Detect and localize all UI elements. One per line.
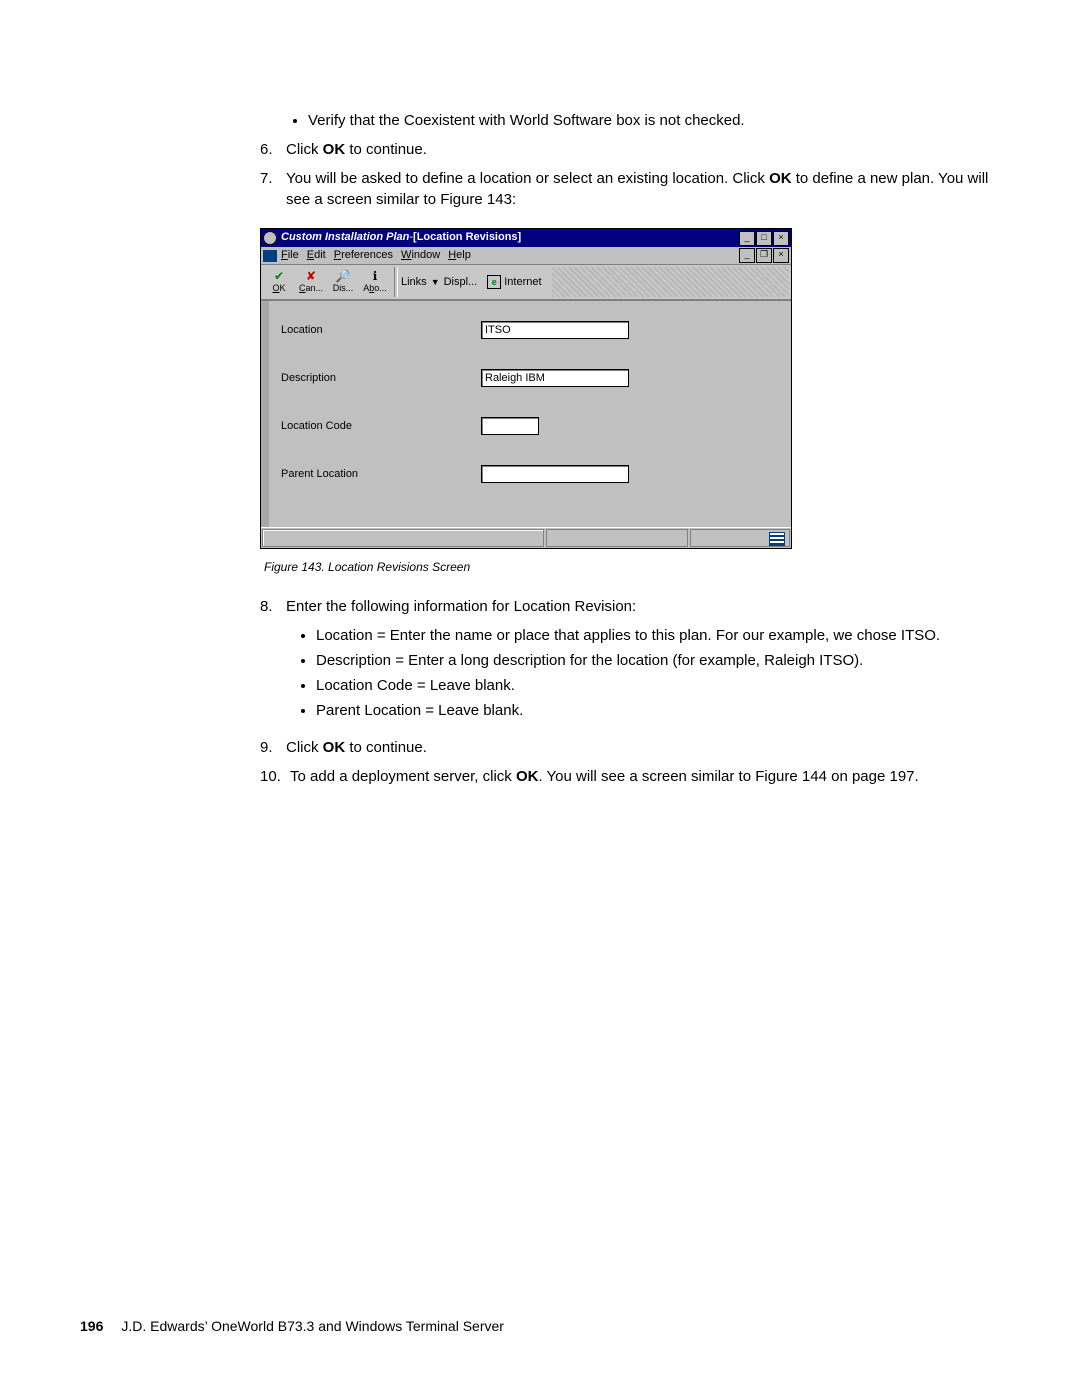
status-pane-1: [262, 529, 544, 547]
step8-bullet-1: Location = Enter the name or place that …: [316, 625, 990, 646]
displ-button[interactable]: Displ...: [444, 275, 478, 290]
doc-icon: [263, 250, 277, 262]
step-7: 7. You will be asked to define a locatio…: [260, 168, 990, 210]
step-6: 6. Click OK to continue.: [260, 139, 990, 160]
menu-edit[interactable]: Edit: [307, 248, 326, 263]
figure-143: Custom Installation Plan - [Location Rev…: [260, 228, 990, 576]
figure-caption: Figure 143. Location Revisions Screen: [264, 559, 990, 576]
dropdown-icon[interactable]: ▼: [431, 276, 440, 289]
form-area: Location ITSO Description Raleigh IBM Lo…: [261, 301, 791, 527]
mdi-minimize-button[interactable]: _: [739, 248, 755, 263]
titlebar[interactable]: Custom Installation Plan - [Location Rev…: [261, 229, 791, 247]
toolbar-hatch: [552, 267, 789, 297]
menu-window[interactable]: Window: [401, 248, 440, 263]
cancel-button[interactable]: ✘ Can...: [295, 270, 327, 294]
close-button[interactable]: ×: [773, 231, 789, 246]
input-parent-location[interactable]: [481, 465, 629, 483]
footer-text: J.D. Edwards’ OneWorld B73.3 and Windows…: [121, 1317, 504, 1337]
ok-button[interactable]: ✔ OK: [263, 270, 295, 294]
label-description: Description: [281, 371, 481, 386]
menu-help[interactable]: Help: [448, 248, 471, 263]
mdi-close-button[interactable]: ×: [773, 248, 789, 263]
step-8: 8. Enter the following information for L…: [260, 596, 990, 729]
label-location: Location: [281, 323, 481, 338]
minimize-button[interactable]: _: [739, 231, 755, 246]
intro-bullet: Verify that the Coexistent with World So…: [308, 110, 990, 131]
statusbar: [261, 527, 791, 548]
input-description[interactable]: Raleigh IBM: [481, 369, 629, 387]
keyboard-icon: [769, 532, 785, 546]
toolbar: ✔ OK ✘ Can... 🔎 Dis... ℹ Abo... Links ▼: [261, 265, 791, 301]
step8-bullet-3: Location Code = Leave blank.: [316, 675, 990, 696]
step8-bullet-4: Parent Location = Leave blank.: [316, 700, 990, 721]
app-icon: [263, 231, 277, 245]
page-footer: 196 J.D. Edwards’ OneWorld B73.3 and Win…: [80, 1317, 990, 1337]
menubar: File Edit Preferences Window Help _ ❐ ×: [261, 247, 791, 265]
title-app: Custom Installation Plan: [281, 230, 409, 245]
maximize-button[interactable]: □: [756, 231, 772, 246]
internet-icon: e: [487, 275, 501, 289]
title-doc: [Location Revisions]: [413, 230, 521, 245]
menu-file[interactable]: File: [281, 248, 299, 263]
label-parent-location: Parent Location: [281, 467, 481, 482]
status-pane-3: [690, 529, 790, 547]
step8-bullet-2: Description = Enter a long description f…: [316, 650, 990, 671]
dis-button[interactable]: 🔎 Dis...: [327, 270, 359, 294]
toolbar-separator: [394, 267, 398, 297]
check-icon: ✔: [263, 270, 295, 284]
input-location-code[interactable]: [481, 417, 539, 435]
label-location-code: Location Code: [281, 419, 481, 434]
mdi-restore-button[interactable]: ❐: [756, 248, 772, 263]
info-icon: ℹ: [359, 270, 391, 284]
abo-button[interactable]: ℹ Abo...: [359, 270, 391, 294]
step-9: 9. Click OK to continue.: [260, 737, 990, 758]
internet-button[interactable]: Internet: [504, 275, 541, 290]
x-icon: ✘: [295, 270, 327, 284]
binoculars-icon: 🔎: [327, 270, 359, 284]
links-label: Links: [401, 275, 427, 290]
input-location[interactable]: ITSO: [481, 321, 629, 339]
intro-bullet-block: Verify that the Coexistent with World So…: [260, 110, 990, 131]
window-location-revisions: Custom Installation Plan - [Location Rev…: [260, 228, 792, 549]
step-10: 10. To add a deployment server, click OK…: [260, 766, 990, 787]
status-pane-2: [546, 529, 688, 547]
menu-preferences[interactable]: Preferences: [334, 248, 393, 263]
document-page: Verify that the Coexistent with World So…: [0, 0, 1080, 1397]
page-number: 196: [80, 1317, 103, 1337]
